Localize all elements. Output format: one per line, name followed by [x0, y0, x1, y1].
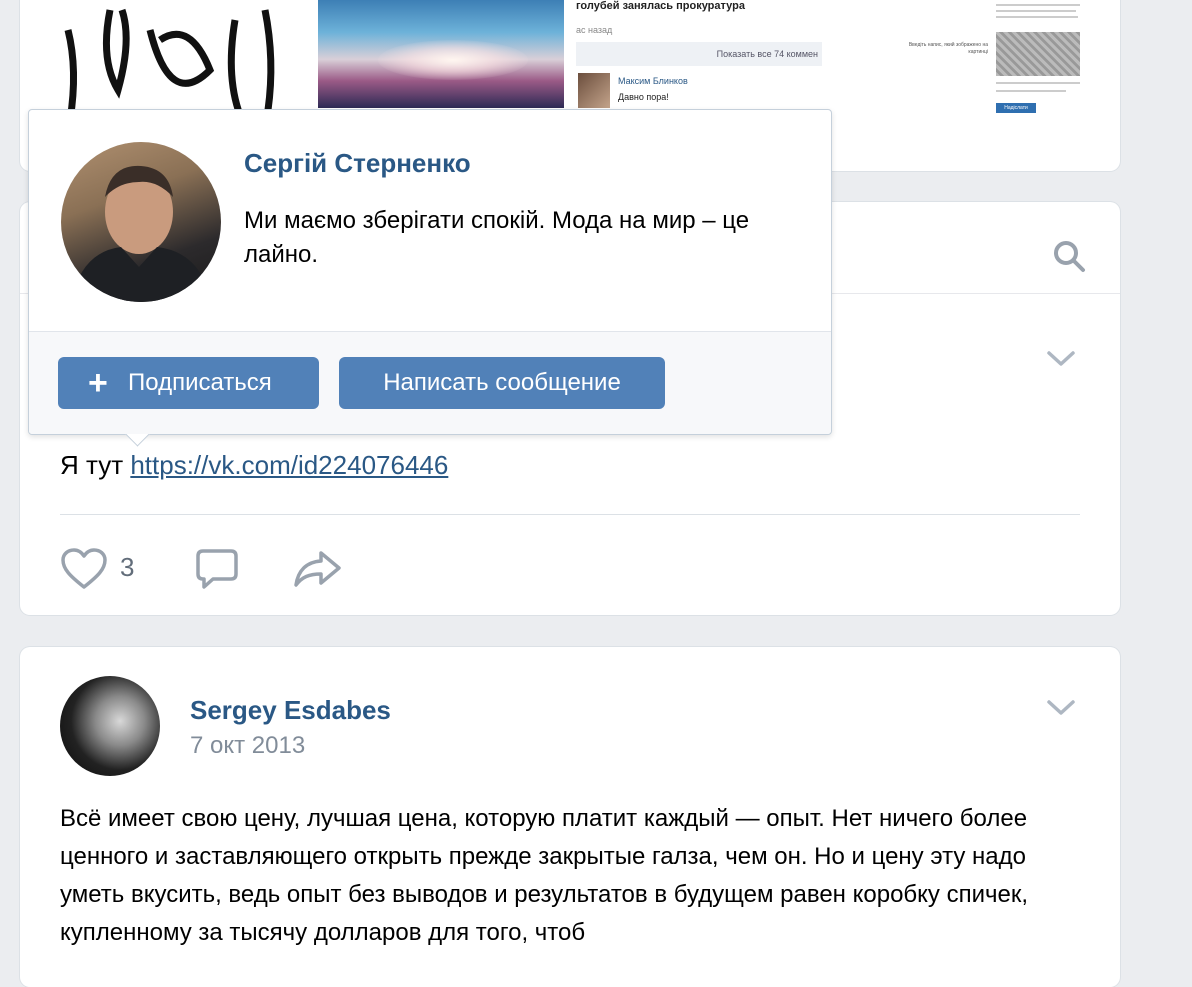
- form-captcha-image: [996, 32, 1080, 76]
- divider: [60, 514, 1080, 515]
- subscribe-button[interactable]: + Подписаться: [58, 357, 319, 409]
- comment-icon[interactable]: [195, 547, 239, 591]
- avatar[interactable]: [60, 676, 160, 776]
- form-submit-button: Надіслати: [996, 103, 1036, 113]
- news-title: голубей занялась прокуратура: [576, 0, 745, 12]
- search-icon[interactable]: [1052, 239, 1086, 273]
- news-time: ас назад: [576, 25, 613, 35]
- plus-icon: +: [88, 364, 108, 402]
- form-text-line: [996, 82, 1080, 84]
- profile-avatar[interactable]: [61, 142, 221, 302]
- attachment-screenshot-form[interactable]: Введіть напис, який зображено на картинц…: [900, 0, 1080, 115]
- post-link[interactable]: https://vk.com/id224076446: [130, 450, 448, 480]
- profile-status: Ми маємо зберігати спокій. Мода на мир –…: [244, 207, 750, 268]
- attachment-screenshot-news[interactable]: голубей занялась прокуратура ас назад По…: [576, 0, 824, 108]
- profile-popup: Сергій Стерненко Ми маємо зберігати спок…: [28, 109, 832, 447]
- chevron-down-icon[interactable]: [1046, 350, 1076, 368]
- chevron-down-icon[interactable]: [1046, 699, 1076, 717]
- sky-glow: [378, 40, 528, 80]
- post-author-name[interactable]: Sergey Esdabes: [190, 695, 391, 726]
- news-show-all: Показать все 74 коммен: [576, 42, 822, 66]
- form-text-line: [996, 90, 1066, 92]
- form-text-line: [996, 10, 1076, 12]
- post-date[interactable]: 7 окт 2013: [190, 732, 305, 760]
- form-text-line: [996, 16, 1078, 18]
- send-message-button[interactable]: Написать сообщение: [339, 357, 665, 409]
- profile-photo: [71, 165, 211, 302]
- heart-icon[interactable]: [60, 547, 108, 591]
- subscribe-label: Подписаться: [128, 369, 272, 396]
- form-label: Введіть напис, який зображено на картинц…: [908, 42, 988, 55]
- share-icon[interactable]: [293, 547, 343, 591]
- news-comment-avatar: [578, 73, 610, 108]
- post-text: Я тут https://vk.com/id224076446: [60, 450, 448, 481]
- form-text-line: [996, 4, 1080, 6]
- like-count: 3: [120, 552, 135, 582]
- post-body-text: Всё имеет свою цену, лучшая цена, котору…: [60, 805, 1029, 946]
- post-text-prefix: Я тут: [60, 450, 131, 480]
- popup-actions: + Подписаться Написать сообщение: [29, 331, 831, 434]
- news-comment-author: Максим Блинков: [618, 76, 688, 86]
- post-card-text: Sergey Esdabes 7 окт 2013 Всё имеет свою…: [20, 647, 1120, 987]
- attachment-photo-sky[interactable]: [318, 0, 564, 108]
- profile-name[interactable]: Сергій Стерненко: [244, 148, 471, 179]
- news-comment-text: Давно пора!: [618, 92, 669, 102]
